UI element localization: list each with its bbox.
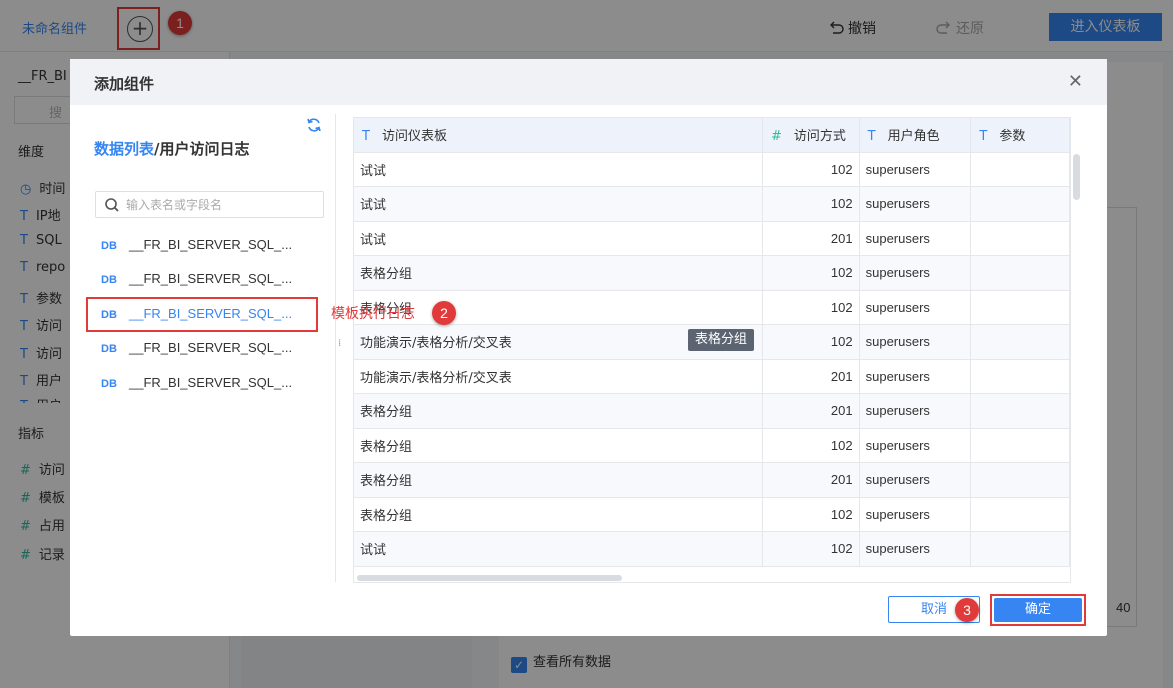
table-row: 表格分组 102 superusers: [354, 428, 1070, 463]
horizontal-scrollbar[interactable]: [357, 575, 622, 581]
column-header[interactable]: T 用户角色: [859, 118, 972, 153]
column-header[interactable]: T 参数: [970, 118, 1070, 153]
dialog-title: 添加组件: [94, 75, 155, 93]
number-type-icon: #: [771, 129, 782, 145]
table-cell: 102: [762, 255, 860, 291]
database-icon: DB: [101, 240, 117, 252]
breadcrumb-root[interactable]: 数据列表: [94, 140, 154, 158]
table-cell: [970, 393, 1070, 429]
table-cell: [970, 221, 1070, 256]
table-cell: superusers: [859, 531, 972, 567]
cell-tooltip: 表格分组: [688, 329, 755, 351]
table-row: 表格分组 102 superusers: [354, 290, 1070, 325]
table-cell: 201: [762, 393, 860, 429]
refresh-icon[interactable]: [306, 117, 322, 133]
table-cell: [970, 186, 1070, 222]
resize-handle-icon[interactable]: ⁞: [338, 339, 344, 358]
table-cell: 102: [762, 290, 860, 325]
table-cell: [970, 531, 1070, 567]
table-cell: 表格分组: [354, 428, 763, 463]
table-cell: superusers: [859, 497, 972, 532]
active-table-highlight: [86, 297, 318, 332]
table-cell: 102: [762, 324, 860, 360]
table-row: 表格分组 201 superusers: [354, 462, 1070, 498]
table-cell: superusers: [859, 221, 972, 256]
table-row: 表格分组 201 superusers: [354, 393, 1070, 429]
table-cell: 201: [762, 359, 860, 394]
vertical-scrollbar[interactable]: [1073, 154, 1080, 200]
table-row: 功能演示/表格分析/交叉表 201 superusers: [354, 359, 1070, 394]
table-cell: 试试: [354, 531, 763, 567]
table-cell: 201: [762, 462, 860, 498]
table-cell: 102: [762, 497, 860, 532]
breadcrumb-current: /用户访问日志: [154, 140, 250, 158]
table-cell: superusers: [859, 428, 972, 463]
table-cell: [970, 497, 1070, 532]
search-icon: [105, 198, 119, 212]
table-cell: superusers: [859, 186, 972, 222]
table-cell: 表格分组: [354, 497, 763, 532]
table-cell: [970, 255, 1070, 291]
table-cell: superusers: [859, 462, 972, 498]
table-cell: 表格分组: [354, 462, 763, 498]
text-type-icon: T: [979, 129, 988, 145]
table-row: 表格分组 102 superusers: [354, 497, 1070, 532]
table-cell: 102: [762, 186, 860, 222]
column-header[interactable]: # 访问方式: [762, 118, 860, 153]
database-icon: DB: [101, 274, 117, 286]
database-icon: DB: [101, 343, 117, 355]
table-cell: superusers: [859, 359, 972, 394]
table-cell: [970, 324, 1070, 360]
table-header-row: T 访问仪表板 # 访问方式 T 用户角色 T 参数: [354, 118, 1070, 153]
table-cell: [970, 428, 1070, 463]
dialog-header: 添加组件 ✕: [70, 59, 1107, 105]
table-list-item[interactable]: DB __FR_BI_SERVER_SQL_...: [101, 375, 321, 397]
table-cell: [970, 462, 1070, 498]
table-cell: [970, 152, 1070, 187]
table-cell: superusers: [859, 324, 972, 360]
annotation-badge-2: 2: [432, 301, 456, 325]
table-cell: 201: [762, 221, 860, 256]
table-cell: 102: [762, 428, 860, 463]
table-search: [95, 191, 324, 218]
table-row: 试试 201 superusers: [354, 221, 1070, 256]
table-cell: 试试: [354, 221, 763, 256]
breadcrumb: 数据列表/用户访问日志: [94, 138, 250, 159]
active-table-tooltip: 模板执行日志: [331, 306, 415, 322]
table-row: 试试 102 superusers: [354, 531, 1070, 567]
table-row: 表格分组 102 superusers: [354, 255, 1070, 291]
panel-divider: [335, 114, 336, 582]
add-component-dialog: 添加组件 ✕ 数据列表/用户访问日志 DB__FR_BI_SERVER_SQL_…: [70, 59, 1107, 636]
table-list-item[interactable]: DB __FR_BI_SERVER_SQL_...: [101, 237, 321, 259]
table-cell: 表格分组: [354, 290, 763, 325]
table-cell: superusers: [859, 393, 972, 429]
close-icon[interactable]: ✕: [1068, 71, 1083, 92]
table-cell: [970, 359, 1070, 394]
ok-button-highlight: 确定: [990, 594, 1086, 626]
table-cell: 试试: [354, 186, 763, 222]
table-search-input[interactable]: [126, 196, 316, 214]
table-row: 试试 102 superusers: [354, 186, 1070, 222]
table-list-item[interactable]: DB __FR_BI_SERVER_SQL_...: [101, 271, 321, 293]
table-cell: superusers: [859, 290, 972, 325]
table-cell: 102: [762, 531, 860, 567]
database-icon: DB: [101, 378, 117, 390]
table-cell: 表格分组: [354, 393, 763, 429]
table-list-item[interactable]: DB __FR_BI_SERVER_SQL_...: [101, 340, 321, 362]
column-header[interactable]: T 访问仪表板: [354, 118, 763, 153]
table-cell: 表格分组: [354, 255, 763, 291]
table-cell: [970, 290, 1070, 325]
table-row: 试试 102 superusers: [354, 152, 1070, 187]
text-type-icon: T: [362, 129, 370, 145]
table-cell: 试试: [354, 152, 763, 187]
text-type-icon: T: [867, 129, 876, 145]
table-cell: superusers: [859, 152, 972, 187]
table-cell: superusers: [859, 255, 972, 291]
table-cell: 功能演示/表格分析/交叉表: [354, 359, 763, 394]
table-cell: 102: [762, 152, 860, 187]
annotation-badge-3: 3: [955, 598, 979, 622]
ok-button[interactable]: 确定: [994, 598, 1082, 622]
